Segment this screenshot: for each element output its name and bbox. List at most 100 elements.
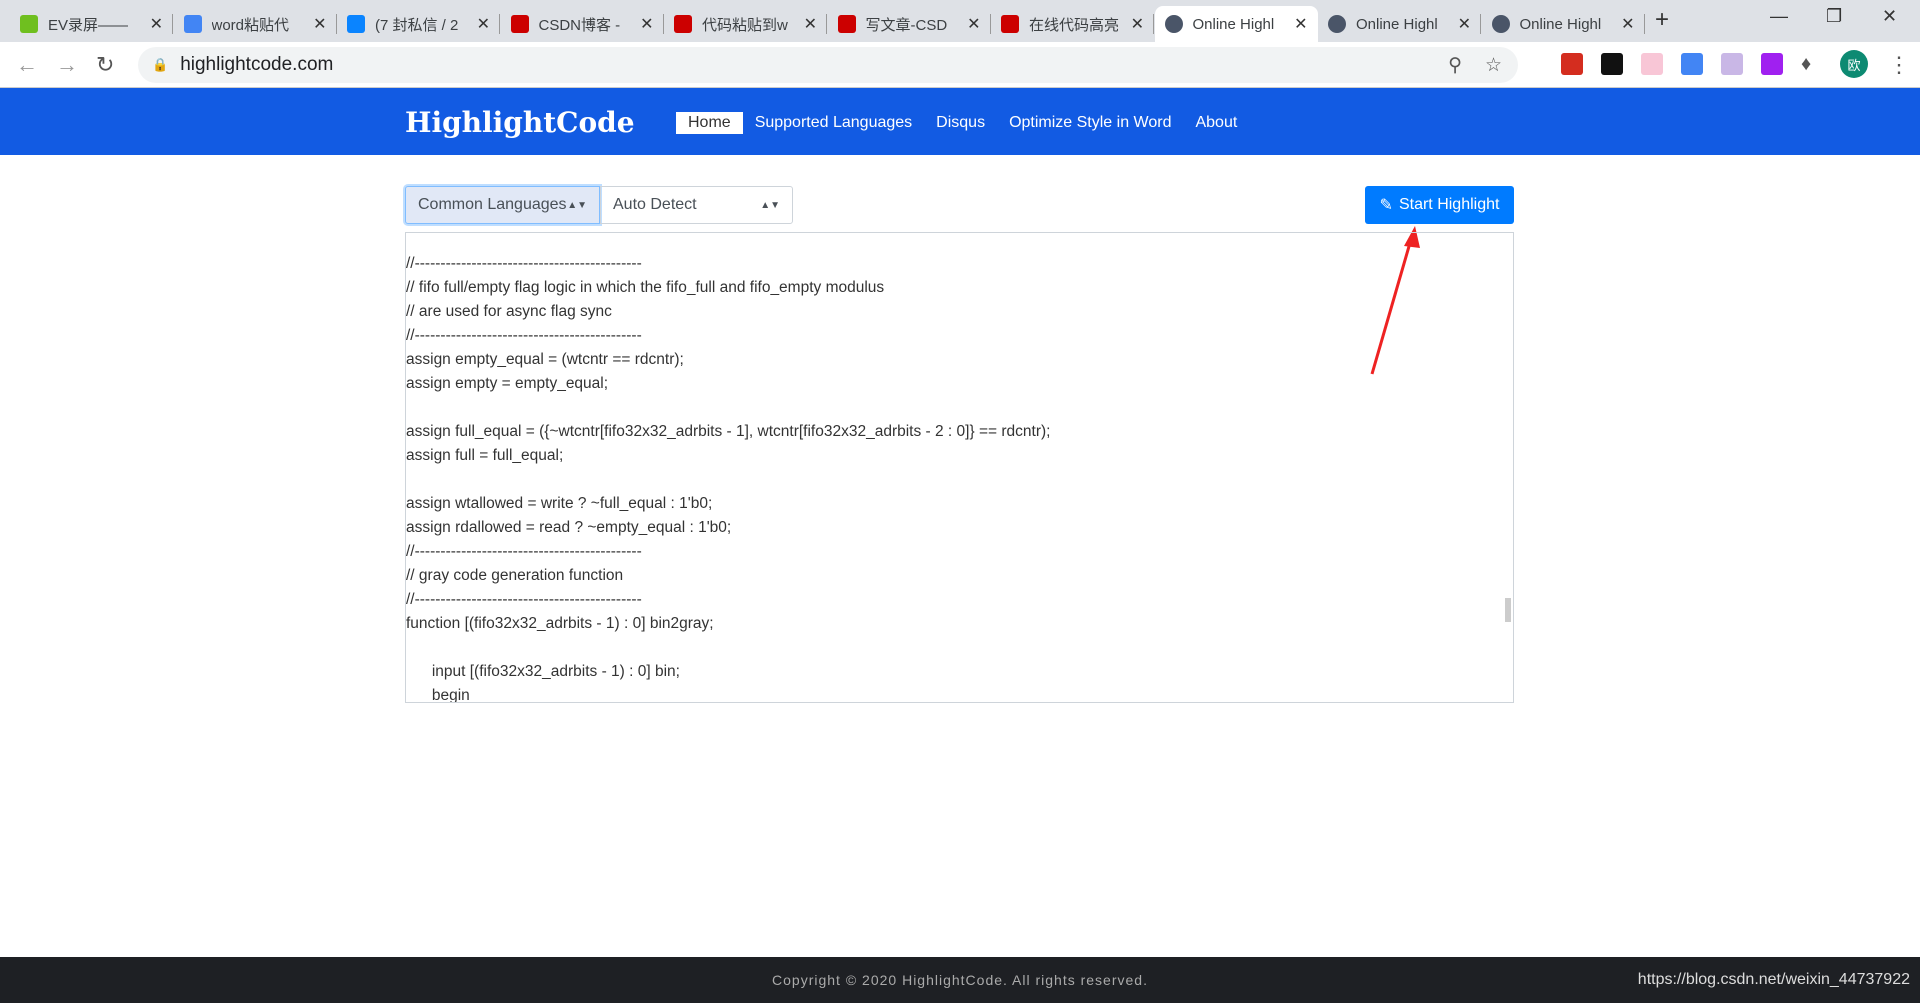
csdn-icon (674, 15, 692, 33)
code-line: assign empty_equal = (wtcntr == rdcntr); (406, 351, 684, 368)
start-highlight-label: Start Highlight (1398, 196, 1500, 213)
bilibili-extension-icon[interactable] (1641, 53, 1663, 75)
category-select[interactable]: Common Languages ▲▼ (405, 186, 600, 224)
code-line: assign wtallowed = write ? ~full_equal :… (406, 495, 713, 512)
tab-title: Online Highl (1519, 15, 1602, 33)
code-line: //--------------------------------------… (406, 543, 642, 560)
close-tab-icon[interactable]: ✕ (477, 14, 490, 34)
site-header: HighlightCode Home Supported Languages D… (0, 88, 1920, 155)
google-icon (183, 15, 202, 33)
nav-about[interactable]: About (1183, 112, 1249, 134)
close-tab-icon[interactable]: ✕ (804, 14, 817, 34)
tab-title: (7 封私信 / 2 (375, 16, 459, 34)
google-translate-icon[interactable] (1681, 53, 1703, 75)
browser-tab[interactable]: EV录屏—— ✕ (10, 6, 173, 42)
highlightcode-icon (1491, 15, 1510, 33)
close-tab-icon[interactable]: ✕ (1458, 14, 1471, 34)
code-input-textarea[interactable]: //--------------------------------------… (405, 232, 1514, 703)
browser-tab-strip: + — ❐ ✕ EV录屏—— ✕ word粘贴代 ✕ (7 封私信 / 2 ✕ CSDN博客… (0, 0, 1920, 42)
minimize-button[interactable]: — (1770, 6, 1788, 27)
language-select-value: Auto Detect (613, 196, 697, 213)
watermark-text: https://blog.csdn.net/weixin_44737922 (1637, 971, 1910, 988)
category-select-value: Common Languages (418, 196, 567, 213)
copyright-text: Copyright © 2020 HighlightCode. All righ… (772, 972, 1148, 988)
select-arrows-icon: ▲▼ (760, 199, 780, 211)
code-line: //--------------------------------------… (406, 591, 642, 608)
code-line: assign rdallowed = read ? ~empty_equal :… (406, 519, 732, 536)
csdn-icon (837, 15, 856, 33)
tab-title: 写文章-CSD (865, 16, 948, 34)
tab-title: Online Highl (1192, 15, 1275, 33)
browser-tab[interactable]: CSDN博客 - ✕ (501, 6, 664, 42)
close-tab-icon[interactable]: ✕ (150, 14, 163, 34)
bookmark-star-icon[interactable]: ☆ (1485, 54, 1502, 77)
pdf-extension-icon[interactable] (1561, 53, 1583, 75)
zhihu-icon (347, 15, 365, 33)
close-tab-icon[interactable]: ✕ (313, 14, 326, 34)
tab-title: Online Highl (1356, 15, 1438, 33)
code-line: // gray code generation function (406, 567, 624, 584)
browser-tab[interactable]: Online Highl ✕ (1482, 6, 1645, 42)
browser-tab[interactable]: Online Highl ✕ (1154, 6, 1318, 42)
browser-tab[interactable]: (7 封私信 / 2 ✕ (337, 6, 500, 42)
forward-icon[interactable]: → (56, 52, 78, 78)
tab-title: word粘贴代 (211, 16, 290, 34)
browser-tab[interactable]: 代码粘贴到w ✕ (664, 6, 827, 42)
nav-optimize-style[interactable]: Optimize Style in Word (997, 112, 1183, 134)
browser-tab[interactable]: 写文章-CSD ✕ (828, 6, 991, 42)
address-bar-row: ← → ↻ 🔒 highlightcode.com ⚲ ☆ ♦ 欧 ⋮ (0, 42, 1920, 88)
zoom-icon[interactable]: ⚲ (1448, 54, 1462, 77)
main-nav: Home Supported Languages Disqus Optimize… (676, 112, 1249, 134)
nav-home[interactable]: Home (676, 112, 743, 134)
tampermonkey-icon[interactable] (1601, 53, 1623, 75)
code-line: input [(fifo32x32_adrbits - 1) : 0] bin; (406, 663, 680, 680)
close-tab-icon[interactable]: ✕ (1294, 14, 1307, 34)
code-line: assign full = full_equal; (406, 447, 564, 464)
pdf-viewer-icon[interactable] (1721, 53, 1743, 75)
rp-extension-icon[interactable] (1761, 53, 1783, 75)
pen-icon: ✎ (1379, 197, 1393, 214)
browser-tab[interactable]: 在线代码高亮 ✕ (991, 6, 1154, 42)
close-tab-icon[interactable]: ✕ (1131, 14, 1144, 34)
browser-tab[interactable]: word粘贴代 ✕ (174, 6, 337, 42)
tab-title: 代码粘贴到w (702, 16, 788, 34)
textarea-scrollbar[interactable] (1505, 598, 1511, 622)
nav-disqus[interactable]: Disqus (924, 112, 997, 134)
code-line: assign full_equal = ({~wtcntr[fifo32x32_… (406, 423, 1051, 440)
csdn-icon (1001, 15, 1019, 33)
url-bar[interactable]: 🔒 highlightcode.com ⚲ ☆ (138, 47, 1518, 83)
browser-tab[interactable]: Online Highl ✕ (1318, 6, 1481, 42)
language-select[interactable]: Auto Detect ▲▼ (600, 186, 793, 224)
close-window-button[interactable]: ✕ (1882, 6, 1897, 27)
close-tab-icon[interactable]: ✕ (1621, 14, 1634, 34)
lock-icon: 🔒 (152, 57, 169, 72)
csdn-icon (510, 15, 529, 33)
restore-button[interactable]: ❐ (1826, 6, 1842, 27)
tab-title: EV录屏—— (48, 16, 129, 34)
menu-kebab-icon[interactable]: ⋮ (1888, 52, 1910, 78)
code-line: //--------------------------------------… (406, 255, 642, 272)
back-icon[interactable]: ← (16, 52, 38, 78)
highlightcode-icon (1164, 15, 1183, 33)
ev-icon (20, 15, 38, 33)
new-tab-button[interactable]: + (1655, 6, 1669, 34)
nav-supported-languages[interactable]: Supported Languages (743, 112, 924, 134)
site-logo[interactable]: HighlightCode (405, 106, 635, 139)
select-arrows-icon: ▲▼ (567, 199, 587, 211)
close-tab-icon[interactable]: ✕ (640, 14, 653, 34)
reload-icon[interactable]: ↻ (96, 52, 114, 78)
close-tab-icon[interactable]: ✕ (967, 14, 980, 34)
code-line: //--------------------------------------… (406, 327, 642, 344)
start-highlight-button[interactable]: ✎ Start Highlight (1365, 186, 1514, 224)
tab-title: CSDN博客 - (538, 16, 621, 34)
code-line: function [(fifo32x32_adrbits - 1) : 0] b… (406, 615, 714, 632)
code-line: assign empty = empty_equal; (406, 375, 609, 392)
code-line: // fifo full/empty flag logic in which t… (406, 279, 885, 296)
url-text: highlightcode.com (180, 54, 334, 75)
extensions-puzzle-icon[interactable]: ♦ (1801, 53, 1823, 75)
profile-avatar[interactable]: 欧 (1840, 50, 1868, 78)
site-footer: Copyright © 2020 HighlightCode. All righ… (0, 957, 1920, 1003)
